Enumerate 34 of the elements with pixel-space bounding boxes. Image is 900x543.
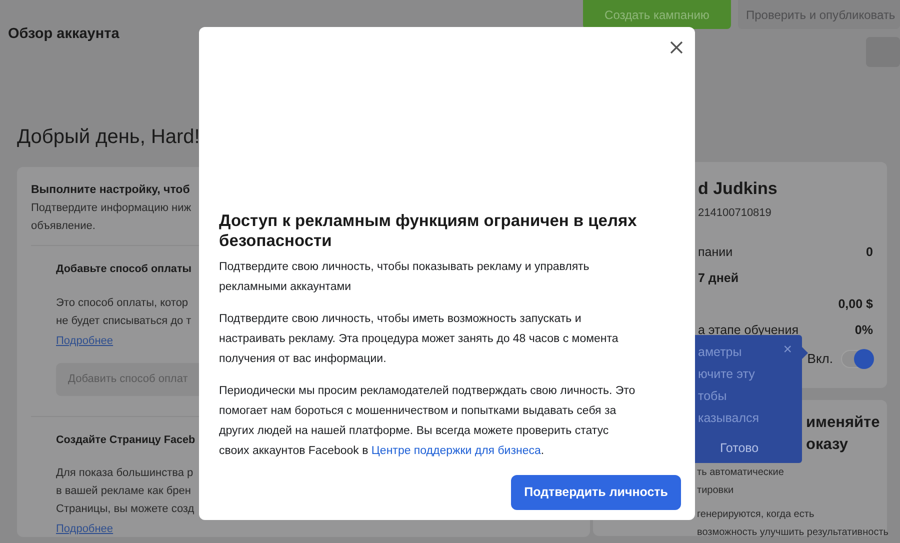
header-button[interactable]: Создать кампанию (583, 0, 731, 29)
stat-label: пании (698, 244, 733, 262)
section-text: Это способ оплаты, котор не будет списываться до т (56, 296, 192, 329)
card-title: именяйте оказу (806, 412, 881, 454)
toggle-switch[interactable] (841, 350, 873, 368)
learn-more-link[interactable]: Подробнее (56, 332, 114, 350)
section-title: Создайте Страницу Faceb (56, 432, 196, 448)
account-id: 214100710819 (698, 206, 772, 220)
section-title: Добавьте способ оплаты (56, 262, 192, 278)
account-name: d Judkins (698, 178, 778, 200)
stat-value: 0 (866, 244, 873, 262)
close-icon (670, 41, 683, 54)
card-text: ть автоматические тировки (697, 466, 784, 498)
toggle-label: Вкл. (807, 350, 833, 368)
modal-paragraph: Подтвердите свою личность, чтобы показывать рекламу и управлять рекламными аккаунтами (219, 260, 590, 296)
modal-paragraph: Подтвердите свою личность, чтобы иметь возможность запускать и настраивать рекламу. Эта процедура может занять до 48 часов с момента получения от вас информации. (219, 312, 620, 368)
verify-identity-button[interactable]: Подтвердить личность (511, 475, 681, 510)
modal-title: Доступ к рекламным функциям ограничен в целях безопасности (219, 211, 638, 252)
card-title: Выполните настройку, чтоб (31, 183, 190, 198)
popover-text: аметры ючите эту тобы казывался (698, 344, 760, 427)
stat-label: 7 дней (698, 270, 739, 288)
learn-more-link[interactable]: Подробнее (56, 521, 114, 538)
done-button[interactable]: Готово (720, 437, 759, 459)
stat-label: а этапе обучения (698, 322, 798, 340)
card-description: Подтвердите информацию ниж объявление. (31, 201, 192, 234)
stat-value: 0,00 $ (838, 296, 873, 314)
modal-paragraph: Периодически мы просим рекламодателей подтверждать свою личность. Это помогает нам бороться с мошенничеством и попытками выдавать себя за других людей на нашей платформе. Вы всегда можете проверить статус своих аккаунтов Facebook в Центре поддержки для бизнеса. (219, 384, 636, 460)
support-link[interactable]: Центре поддержки для бизнеса (371, 445, 541, 458)
stat-value: 0% (854, 322, 873, 340)
close-button[interactable]: × (783, 339, 792, 361)
card-text: генерируются, когда есть возможность улучшить результативность (697, 508, 888, 540)
greeting: Добрый день, Hard! (17, 125, 201, 150)
page-title: Обзор аккаунта (8, 25, 120, 44)
section-text: Для показа большинства р в вашей рекламе как брен Страницы, вы можете созд (56, 466, 194, 518)
